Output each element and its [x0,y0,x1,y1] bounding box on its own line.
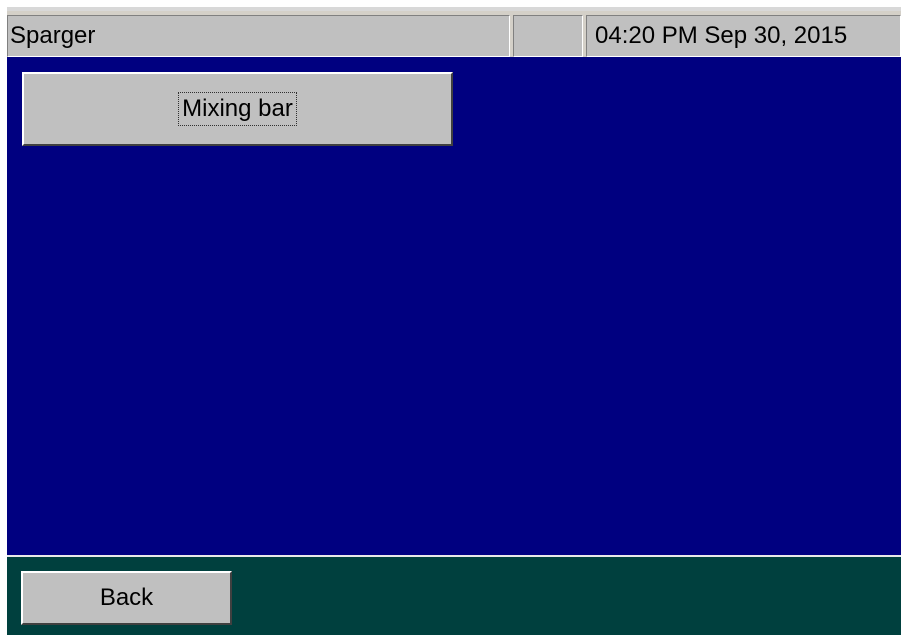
screen-title: Sparger [7,15,510,57]
title-bar: Sparger 04:20 PM Sep 30, 2015 [7,7,901,57]
main-panel: Mixing bar [7,57,901,557]
mixing-bar-button[interactable]: Mixing bar [22,72,453,146]
footer-bar: Back [7,557,901,635]
mixing-bar-button-label: Mixing bar [178,92,297,126]
datetime-display: 04:20 PM Sep 30, 2015 [586,15,901,57]
back-button[interactable]: Back [21,571,232,625]
status-field [513,15,583,57]
hmi-window: Sparger 04:20 PM Sep 30, 2015 Mixing bar… [7,7,901,635]
